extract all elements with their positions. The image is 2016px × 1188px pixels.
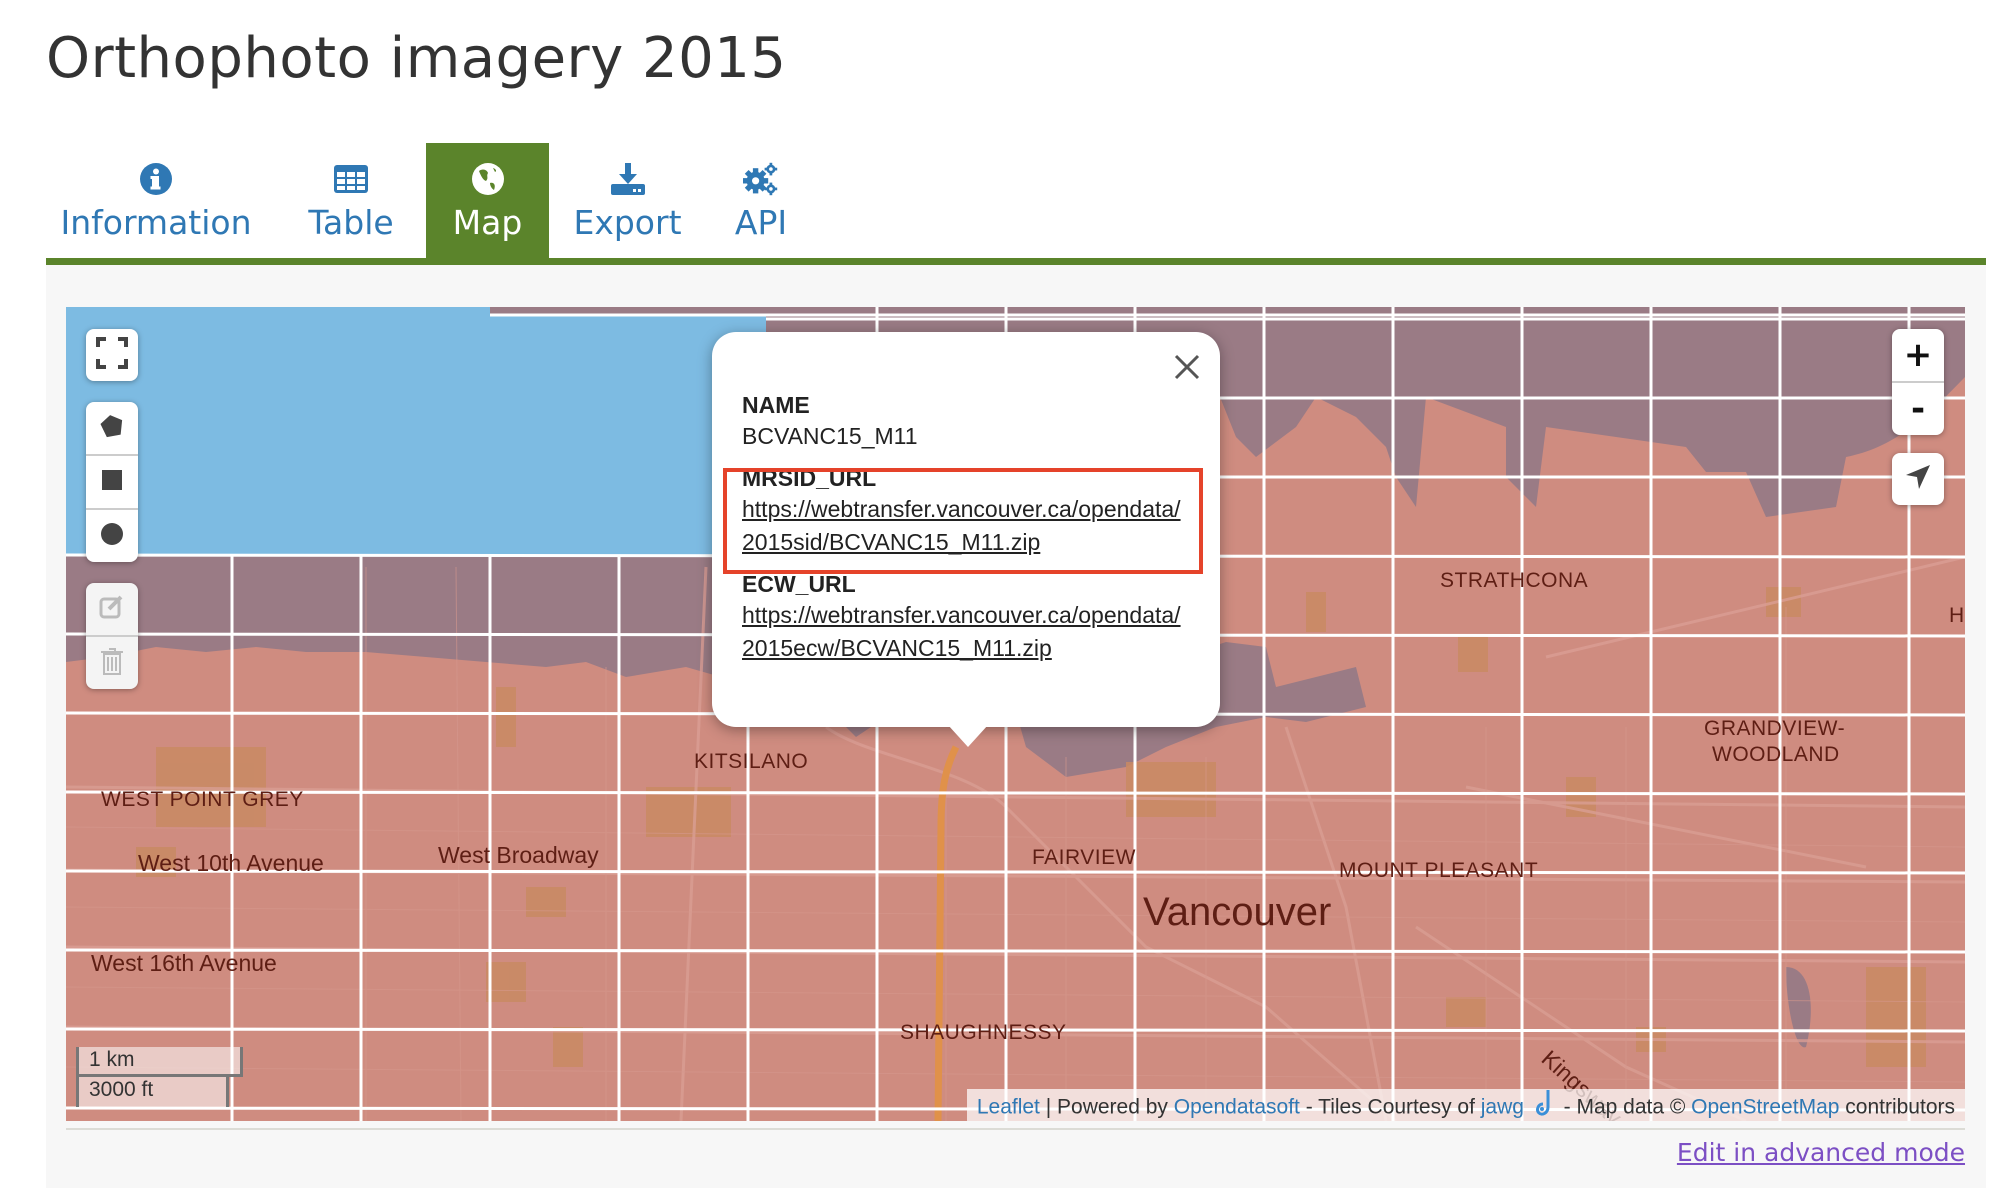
draw-toolbar: [86, 402, 138, 562]
fullscreen-button[interactable]: [86, 329, 138, 381]
edit-toolbar: [86, 583, 138, 689]
draw-circle-icon: [100, 522, 124, 550]
opendatasoft-link[interactable]: Opendatasoft: [1174, 1096, 1300, 1119]
tab-export[interactable]: Export: [565, 143, 690, 260]
map-label-shaughnessy: SHAUGHNESSY: [900, 1021, 1067, 1044]
map-label-west-16th: West 16th Avenue: [91, 950, 277, 976]
transit-line: [934, 745, 960, 1121]
globe-icon: [470, 161, 506, 197]
feature-popup: NAME BCVANC15_M11 MRSID_URL https://webt…: [712, 332, 1220, 727]
fullscreen-icon: [96, 337, 128, 373]
scale-metric: 1 km: [76, 1047, 243, 1077]
delete-button[interactable]: [86, 635, 138, 689]
map-label-fairview: FAIRVIEW: [1032, 846, 1136, 869]
mrsid-url-link[interactable]: https://webtransfer.vancouver.ca/opendat…: [742, 493, 1192, 559]
popup-content: NAME BCVANC15_M11 MRSID_URL https://webt…: [742, 390, 1192, 675]
jawg-link[interactable]: jawg: [1481, 1096, 1524, 1119]
attribution-text: | Powered by: [1039, 1095, 1174, 1119]
field-label: ECW_URL: [742, 571, 856, 597]
gears-icon: [743, 161, 779, 197]
popup-tip: [948, 725, 988, 747]
draw-rectangle-icon: [101, 469, 123, 495]
map-label-west-point-grey: WEST POINT GREY: [101, 788, 304, 811]
field-label: MRSID_URL: [742, 465, 877, 491]
table-grid-icon: [333, 161, 369, 197]
download-icon: [610, 161, 646, 197]
leaflet-link[interactable]: Leaflet: [977, 1096, 1040, 1119]
grid-line-horizontal: [66, 790, 1965, 796]
close-icon[interactable]: [1172, 352, 1202, 382]
tab-underline: [46, 258, 1986, 265]
draw-polygon-icon: [100, 414, 124, 442]
locate-arrow-icon: [1905, 464, 1931, 494]
attribution-text: - Tiles Courtesy of: [1299, 1095, 1481, 1119]
map-scale: 1 km 3000 ft: [76, 1047, 243, 1107]
locate-button[interactable]: [1892, 453, 1944, 505]
fullscreen-control: [86, 329, 138, 381]
map-label-vancouver: Vancouver: [1143, 890, 1332, 934]
popup-field-ecw-url: ECW_URL https://webtransfer.vancouver.ca…: [742, 569, 1192, 665]
draw-rectangle-button[interactable]: [86, 454, 138, 508]
map-label-woodland: WOODLAND: [1712, 743, 1840, 766]
map-label-west-10th: West 10th Avenue: [138, 850, 324, 876]
map-label-kitsilano: KITSILANO: [694, 750, 809, 773]
attribution-text: contributors: [1839, 1095, 1955, 1119]
zoom-in-button[interactable]: +: [1892, 329, 1944, 381]
page-title: Orthophoto imagery 2015: [46, 26, 787, 91]
field-value: BCVANC15_M11: [742, 423, 918, 449]
zoom-control: + -: [1892, 329, 1944, 435]
map-label-mount-pleasant: MOUNT PLEASANT: [1339, 859, 1539, 882]
tab-label: Table: [308, 203, 394, 242]
map-label-grandview: GRANDVIEW-: [1704, 717, 1846, 740]
tab-bar: Information Table Map Export API: [46, 143, 1986, 260]
attribution-text: - Map data ©: [1557, 1095, 1692, 1119]
popup-field-name: NAME BCVANC15_M11: [742, 390, 1192, 453]
minus-icon: -: [1910, 389, 1926, 429]
tab-label: Map: [452, 203, 523, 242]
tab-label: API: [734, 203, 788, 242]
draw-polygon-button[interactable]: [86, 402, 138, 454]
water-area: [66, 307, 766, 555]
map-label-edge: H: [1949, 604, 1965, 627]
edit-button[interactable]: [86, 583, 138, 635]
field-label: NAME: [742, 392, 810, 418]
edit-icon: [99, 594, 125, 624]
tab-map[interactable]: Map: [426, 143, 549, 260]
plus-icon: +: [1903, 335, 1933, 375]
tab-information[interactable]: Information: [56, 143, 256, 260]
ecw-url-link[interactable]: https://webtransfer.vancouver.ca/opendat…: [742, 599, 1192, 665]
draw-circle-button[interactable]: [86, 508, 138, 562]
map-label-west-broadway: West Broadway: [438, 842, 599, 868]
jawg-logo-icon: [1535, 1089, 1552, 1121]
tab-label: Export: [573, 203, 682, 242]
tab-label: Information: [60, 203, 252, 242]
edit-advanced-mode-link[interactable]: Edit in advanced mode: [1677, 1138, 1965, 1167]
grid-line-horizontal: [66, 948, 1965, 954]
scale-imperial: 3000 ft: [76, 1077, 229, 1107]
zoom-out-button[interactable]: -: [1892, 381, 1944, 435]
footer-separator: [66, 1128, 1965, 1130]
openstreetmap-link[interactable]: OpenStreetMap: [1691, 1096, 1839, 1119]
locate-control: [1892, 453, 1944, 505]
tab-table[interactable]: Table: [292, 143, 410, 260]
popup-field-mrsid-url: MRSID_URL https://webtransfer.vancouver.…: [742, 463, 1192, 559]
delete-icon: [101, 647, 123, 679]
map-attribution: Leaflet | Powered by Opendatasoft - Tile…: [966, 1089, 1965, 1121]
map-label-strathcona: STRATHCONA: [1440, 569, 1589, 592]
info-circle-icon: [138, 161, 174, 197]
grid-line-horizontal: [66, 869, 1965, 875]
tab-api[interactable]: API: [716, 143, 806, 260]
